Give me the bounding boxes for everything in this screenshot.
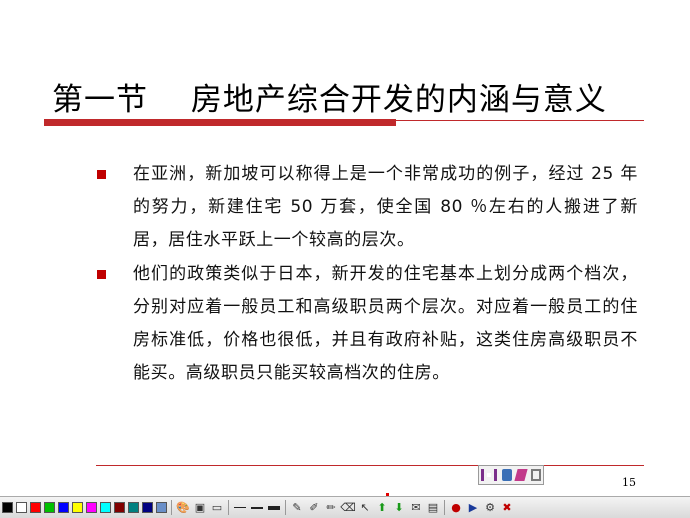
toolbar-separator	[171, 500, 172, 515]
toolbar-separator	[444, 500, 445, 515]
bullet-icon	[97, 170, 106, 179]
slide: 第一节 房地产综合开发的内涵与意义 在亚洲，新加坡可以称得上是一个非常成功的例子…	[0, 0, 690, 496]
footer-divider	[96, 465, 644, 466]
forward-icon[interactable]	[514, 469, 528, 481]
arrow-down-icon[interactable]: ⬇	[392, 501, 406, 515]
toolbar-separator	[285, 500, 286, 515]
settings-icon[interactable]: ⚙	[483, 501, 497, 515]
color-swatch-steel[interactable]	[156, 502, 167, 513]
palette-icon[interactable]: 🎨	[176, 501, 190, 515]
pointer-icon[interactable]: ↖	[358, 501, 372, 515]
end-icon[interactable]	[530, 469, 541, 481]
pen-icon[interactable]: ✎	[290, 501, 304, 515]
color-swatch-magenta[interactable]	[86, 502, 97, 513]
arrow-up-icon[interactable]: ⬆	[375, 501, 389, 515]
slide-title: 第一节 房地产综合开发的内涵与意义	[52, 82, 607, 118]
paragraph-2: 他们的政策类似于日本，新开发的住宅基本上划分成两个档次，分别对应着一般员工和高级…	[133, 264, 638, 383]
medium-line-icon[interactable]	[250, 501, 264, 515]
title-underline-accent	[44, 119, 396, 126]
bullet-icon	[97, 270, 106, 279]
color-swatch-white[interactable]	[16, 502, 27, 513]
record-icon[interactable]: ●	[449, 501, 463, 515]
color-swatch-yellow[interactable]	[72, 502, 83, 513]
toolbar-separator	[228, 500, 229, 515]
thin-line-icon[interactable]	[233, 501, 247, 515]
color-swatch-red[interactable]	[30, 502, 41, 513]
page-number: 15	[622, 476, 636, 489]
save-icon[interactable]: ▤	[426, 501, 440, 515]
annotation-toolbar: 🎨 ▣ ▭ ✎ ✐ ✏ ⌫ ↖ ⬆ ⬇ ✉ ▤ ● ▶ ⚙ ✖	[0, 496, 690, 518]
monitor-icon[interactable]: ▭	[210, 501, 224, 515]
eraser-icon[interactable]: ⌫	[340, 501, 356, 515]
color-swatch-blue[interactable]	[58, 502, 69, 513]
color-swatch-black[interactable]	[2, 502, 13, 513]
play-icon[interactable]: ▶	[466, 501, 480, 515]
screen-icon[interactable]: ▣	[193, 501, 207, 515]
exit-icon[interactable]: ✖	[500, 501, 514, 515]
slide-navigation-widget[interactable]	[478, 465, 544, 485]
home-icon[interactable]	[481, 469, 498, 481]
brush-icon[interactable]: ✐	[307, 501, 321, 515]
color-swatch-teal[interactable]	[128, 502, 139, 513]
back-icon[interactable]	[501, 469, 512, 481]
color-swatch-maroon[interactable]	[114, 502, 125, 513]
thick-line-icon[interactable]	[267, 501, 281, 515]
color-swatch-navy[interactable]	[142, 502, 153, 513]
color-swatch-cyan[interactable]	[100, 502, 111, 513]
paragraph-1: 在亚洲，新加坡可以称得上是一个非常成功的例子，经过 25 年的努力，新建住宅 5…	[133, 164, 638, 250]
email-icon[interactable]: ✉	[409, 501, 423, 515]
color-swatch-green[interactable]	[44, 502, 55, 513]
marker-icon[interactable]: ✏	[324, 501, 338, 515]
